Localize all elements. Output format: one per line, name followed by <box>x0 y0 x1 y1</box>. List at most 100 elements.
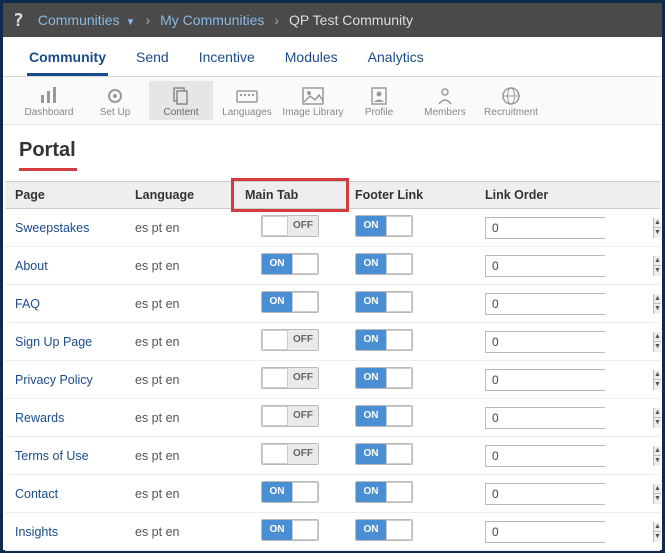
link-order-input[interactable]: ▲▼ <box>485 293 605 315</box>
stepper-up-icon[interactable]: ▲ <box>654 294 661 305</box>
toggle-switch[interactable]: ON <box>355 329 413 351</box>
toggle-switch[interactable]: OFF <box>261 329 319 351</box>
stepper-down-icon[interactable]: ▼ <box>654 532 661 542</box>
toggle-switch[interactable]: OFF <box>261 405 319 427</box>
stepper-down-icon[interactable]: ▼ <box>654 266 661 276</box>
stepper-down-icon[interactable]: ▼ <box>654 494 661 504</box>
tab-analytics[interactable]: Analytics <box>366 45 426 76</box>
page-link[interactable]: Insights <box>15 525 58 539</box>
tool-profile[interactable]: Profile <box>347 81 411 120</box>
tool-label: Members <box>413 107 477 118</box>
tool-set-up[interactable]: Set Up <box>83 81 147 120</box>
toggle-switch[interactable]: OFF <box>261 443 319 465</box>
tool-label: Recruitment <box>479 107 543 118</box>
tool-content[interactable]: Content <box>149 81 213 120</box>
toggle-switch[interactable]: ON <box>355 405 413 427</box>
link-order-field[interactable] <box>486 370 653 390</box>
stepper-up-icon[interactable]: ▲ <box>654 522 661 533</box>
stepper-up-icon[interactable]: ▲ <box>654 446 661 457</box>
tool-dashboard[interactable]: Dashboard <box>17 81 81 120</box>
tool-label: Dashboard <box>17 107 81 118</box>
breadcrumb-communities[interactable]: Communities▼ <box>38 12 136 28</box>
col-link-order[interactable]: Link Order <box>475 182 660 209</box>
toggle-switch[interactable]: ON <box>355 215 413 237</box>
table-row: FAQes pt enONON▲▼ <box>5 285 660 323</box>
globe-icon <box>479 85 543 107</box>
tab-incentive[interactable]: Incentive <box>197 45 257 76</box>
link-order-field[interactable] <box>486 446 653 466</box>
language-cell: es pt en <box>125 247 235 285</box>
table-row: Insightses pt enONON▲▼ <box>5 513 660 551</box>
language-cell: es pt en <box>125 361 235 399</box>
link-order-input[interactable]: ▲▼ <box>485 255 605 277</box>
toggle-switch[interactable]: ON <box>355 367 413 389</box>
stepper-down-icon[interactable]: ▼ <box>654 304 661 314</box>
toggle-switch[interactable]: ON <box>355 443 413 465</box>
col-footer-link[interactable]: Footer Link <box>345 182 475 209</box>
toggle-switch[interactable]: ON <box>261 481 319 503</box>
tool-members[interactable]: Members <box>413 81 477 120</box>
link-order-field[interactable] <box>486 294 653 314</box>
bars-icon <box>17 85 81 107</box>
link-order-field[interactable] <box>486 256 653 276</box>
col-page[interactable]: Page <box>5 182 125 209</box>
stepper-down-icon[interactable]: ▼ <box>654 418 661 428</box>
link-order-input[interactable]: ▲▼ <box>485 521 605 543</box>
link-order-field[interactable] <box>486 218 653 238</box>
stepper-up-icon[interactable]: ▲ <box>654 484 661 495</box>
stepper-down-icon[interactable]: ▼ <box>654 342 661 352</box>
tab-modules[interactable]: Modules <box>283 45 340 76</box>
toggle-switch[interactable]: ON <box>261 519 319 541</box>
tool-image-library[interactable]: Image Library <box>281 81 345 120</box>
tab-community[interactable]: Community <box>27 45 108 76</box>
link-order-input[interactable]: ▲▼ <box>485 445 605 467</box>
link-order-field[interactable] <box>486 522 653 542</box>
toggle-switch[interactable]: ON <box>355 481 413 503</box>
page-link[interactable]: Privacy Policy <box>15 373 93 387</box>
stepper-up-icon[interactable]: ▲ <box>654 218 661 229</box>
tool-label: Set Up <box>83 107 147 118</box>
page-link[interactable]: Terms of Use <box>15 449 89 463</box>
link-order-field[interactable] <box>486 332 653 352</box>
tool-label: Content <box>149 107 213 118</box>
tool-recruitment[interactable]: Recruitment <box>479 81 543 120</box>
toggle-switch[interactable]: ON <box>261 291 319 313</box>
toggle-switch[interactable]: ON <box>355 253 413 275</box>
stepper-up-icon[interactable]: ▲ <box>654 332 661 343</box>
stepper-down-icon[interactable]: ▼ <box>654 380 661 390</box>
link-order-input[interactable]: ▲▼ <box>485 407 605 429</box>
link-order-field[interactable] <box>486 408 653 428</box>
page-link[interactable]: Contact <box>15 487 58 501</box>
page-link[interactable]: Rewards <box>15 411 64 425</box>
link-order-input[interactable]: ▲▼ <box>485 217 605 239</box>
member-icon <box>413 85 477 107</box>
link-order-input[interactable]: ▲▼ <box>485 483 605 505</box>
stepper-up-icon[interactable]: ▲ <box>654 408 661 419</box>
stepper-up-icon[interactable]: ▲ <box>654 370 661 381</box>
col-main-tab[interactable]: Main Tab <box>235 182 345 209</box>
language-cell: es pt en <box>125 437 235 475</box>
profile-icon <box>347 85 411 107</box>
toggle-switch[interactable]: ON <box>355 291 413 313</box>
tool-label: Languages <box>215 107 279 118</box>
page-link[interactable]: About <box>15 259 48 273</box>
page-link[interactable]: Sweepstakes <box>15 221 89 235</box>
link-order-field[interactable] <box>486 484 653 504</box>
link-order-input[interactable]: ▲▼ <box>485 369 605 391</box>
col-language[interactable]: Language <box>125 182 235 209</box>
toggle-switch[interactable]: ON <box>261 253 319 275</box>
toggle-switch[interactable]: OFF <box>261 367 319 389</box>
breadcrumb-my-communities[interactable]: My Communities <box>160 12 264 28</box>
stepper-down-icon[interactable]: ▼ <box>654 228 661 238</box>
page-link[interactable]: FAQ <box>15 297 40 311</box>
tab-send[interactable]: Send <box>134 45 171 76</box>
toggle-switch[interactable]: ON <box>355 519 413 541</box>
toggle-switch[interactable]: OFF <box>261 215 319 237</box>
link-order-input[interactable]: ▲▼ <box>485 331 605 353</box>
breadcrumb-bar: ? Communities▼ › My Communities › QP Tes… <box>3 3 662 37</box>
tool-languages[interactable]: Languages <box>215 81 279 120</box>
stepper-up-icon[interactable]: ▲ <box>654 256 661 267</box>
stepper-down-icon[interactable]: ▼ <box>654 456 661 466</box>
page-link[interactable]: Sign Up Page <box>15 335 92 349</box>
table-row: Contactes pt enONON▲▼ <box>5 475 660 513</box>
